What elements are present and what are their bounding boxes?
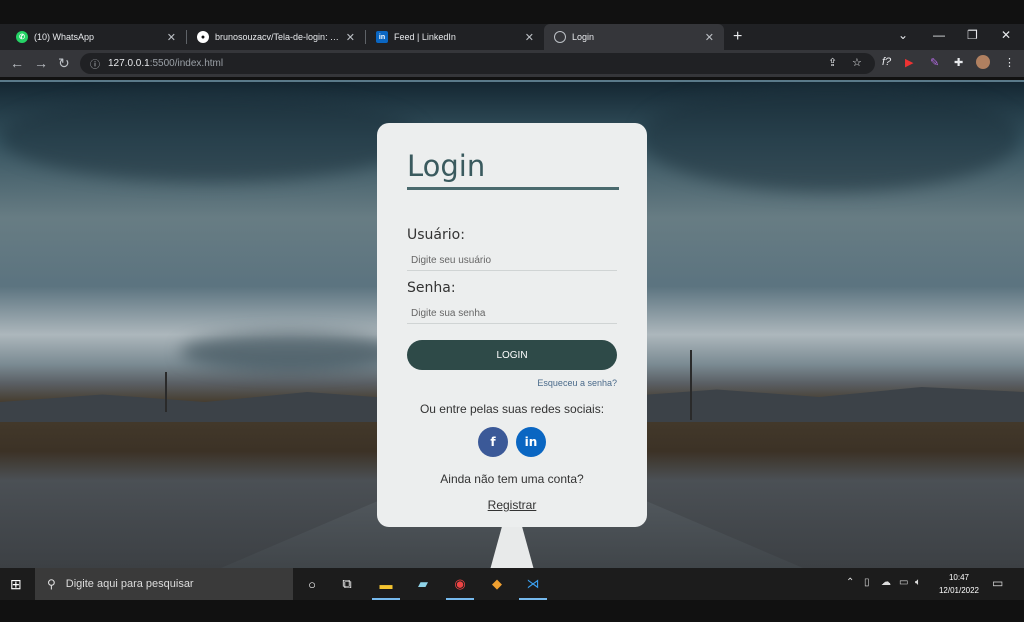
extension-feather-icon[interactable]: ✎	[930, 56, 939, 69]
clock-date: 12/01/2022	[938, 586, 980, 595]
username-label: Usuário:	[407, 227, 465, 243]
vscode-icon[interactable]: ⋊	[524, 575, 542, 593]
facebook-login-button[interactable]: f	[478, 427, 508, 457]
close-icon[interactable]: ✕	[525, 31, 534, 44]
page-viewport: Login Usuário: Senha: LOGIN Esqueceu a s…	[0, 80, 1024, 568]
close-icon[interactable]: ✕	[705, 31, 714, 44]
screen: ✆ (10) WhatsApp ✕ ● brunosouzacv/Tela-de…	[0, 0, 1024, 622]
linkedin-login-button[interactable]: in	[516, 427, 546, 457]
tab-label: Login	[572, 32, 595, 42]
close-window-button[interactable]: ✕	[1001, 28, 1011, 42]
password-label: Senha:	[407, 280, 456, 296]
tab-whatsapp[interactable]: ✆ (10) WhatsApp ✕	[6, 24, 186, 50]
social-login-text: Ou entre pelas suas redes sociais:	[419, 402, 605, 416]
menu-kebab-icon[interactable]: ⋮	[1004, 56, 1015, 69]
tab-login[interactable]: Login ✕	[544, 24, 724, 50]
extension-youtube-icon[interactable]: ▶	[905, 56, 913, 69]
close-icon[interactable]: ✕	[346, 31, 355, 44]
browser-toolbar: ← → ↻ ⓘ 127.0.0.1 :5500/index.html ⇪ ☆ f…	[0, 50, 1024, 77]
close-icon[interactable]: ✕	[167, 31, 176, 44]
cortana-icon[interactable]: ○	[303, 575, 321, 593]
tab-label: Feed | LinkedIn	[394, 32, 456, 42]
github-icon: ●	[197, 31, 209, 43]
no-account-text: Ainda não tem uma conta?	[440, 472, 584, 486]
taskbar-search[interactable]: ⚲ Digite aqui para pesquisar	[35, 568, 293, 600]
extension-fx-icon[interactable]: f?	[882, 56, 891, 68]
file-explorer-icon[interactable]: ▬	[377, 575, 395, 593]
linkedin-icon: in	[376, 31, 388, 43]
device-icon[interactable]: ▯	[864, 577, 870, 588]
address-bar[interactable]: ⓘ 127.0.0.1 :5500/index.html	[80, 53, 875, 74]
task-view-icon[interactable]: ⧉	[338, 575, 356, 593]
linkedin-icon: in	[524, 435, 538, 449]
register-link[interactable]: Registrar	[377, 498, 647, 512]
login-title: Login	[407, 149, 486, 183]
cloud	[640, 82, 1020, 192]
extensions-puzzle-icon[interactable]: ✚	[954, 56, 963, 69]
cloud	[0, 92, 420, 182]
whatsapp-icon: ✆	[16, 31, 28, 43]
brave-browser-icon[interactable]: ◆	[488, 575, 506, 593]
tab-label: (10) WhatsApp	[34, 32, 95, 42]
title-underline	[407, 187, 619, 190]
password-input[interactable]	[407, 304, 617, 324]
top-bar	[0, 0, 1024, 24]
windows-start-icon[interactable]: ⊞	[10, 576, 22, 593]
back-icon[interactable]: ←	[10, 55, 24, 71]
minimize-button[interactable]: —	[933, 28, 945, 42]
notifications-icon[interactable]: ▭	[992, 576, 1003, 590]
globe-icon	[554, 31, 566, 43]
facebook-icon: f	[490, 435, 496, 449]
notepad-icon[interactable]: ▰	[414, 575, 432, 593]
clock-time: 10:47	[948, 573, 970, 582]
show-hidden-icons[interactable]: ⌃	[846, 577, 854, 588]
forgot-password-link[interactable]: Esqueceu a senha?	[537, 378, 617, 388]
username-input[interactable]	[407, 251, 617, 271]
windows-taskbar: ⊞ ⚲ Digite aqui para pesquisar ○ ⧉ ▬ ▰ ◉…	[0, 568, 1024, 600]
share-icon[interactable]: ⇪	[828, 56, 837, 69]
info-icon[interactable]: ⓘ	[90, 56, 100, 71]
onedrive-cloud-icon[interactable]: ☁	[881, 577, 891, 588]
search-icon: ⚲	[47, 577, 56, 591]
power-pylon	[165, 372, 167, 412]
taskbar-clock[interactable]: 10:47 12/01/2022	[932, 571, 986, 597]
url-path: :5500/index.html	[149, 58, 224, 69]
login-card: Login Usuário: Senha: LOGIN Esqueceu a s…	[377, 123, 647, 527]
bookmark-star-icon[interactable]: ☆	[852, 56, 862, 69]
login-button[interactable]: LOGIN	[407, 340, 617, 370]
new-tab-button[interactable]: +	[733, 28, 742, 46]
tab-label: brunosouzacv/Tela-de-login: Tela	[215, 32, 340, 42]
power-pylon	[690, 350, 692, 420]
tab-search-icon[interactable]: ⌄	[898, 28, 908, 42]
cloud	[180, 332, 400, 372]
profile-avatar[interactable]	[976, 55, 990, 69]
volume-icon[interactable]: 🔈︎	[915, 577, 921, 588]
chrome-icon[interactable]: ◉	[451, 575, 469, 593]
url-host: 127.0.0.1	[108, 58, 150, 69]
tab-linkedin[interactable]: in Feed | LinkedIn ✕	[366, 24, 544, 50]
tab-github[interactable]: ● brunosouzacv/Tela-de-login: Tela ✕	[187, 24, 365, 50]
restore-button[interactable]: ❐	[967, 28, 978, 42]
reload-icon[interactable]: ↻	[58, 55, 70, 72]
taskbar-search-placeholder: Digite aqui para pesquisar	[65, 578, 194, 590]
battery-icon[interactable]: ▭	[899, 577, 908, 588]
bottom-bar	[0, 600, 1024, 622]
tab-strip: ✆ (10) WhatsApp ✕ ● brunosouzacv/Tela-de…	[0, 24, 1024, 50]
forward-icon[interactable]: →	[34, 55, 48, 71]
